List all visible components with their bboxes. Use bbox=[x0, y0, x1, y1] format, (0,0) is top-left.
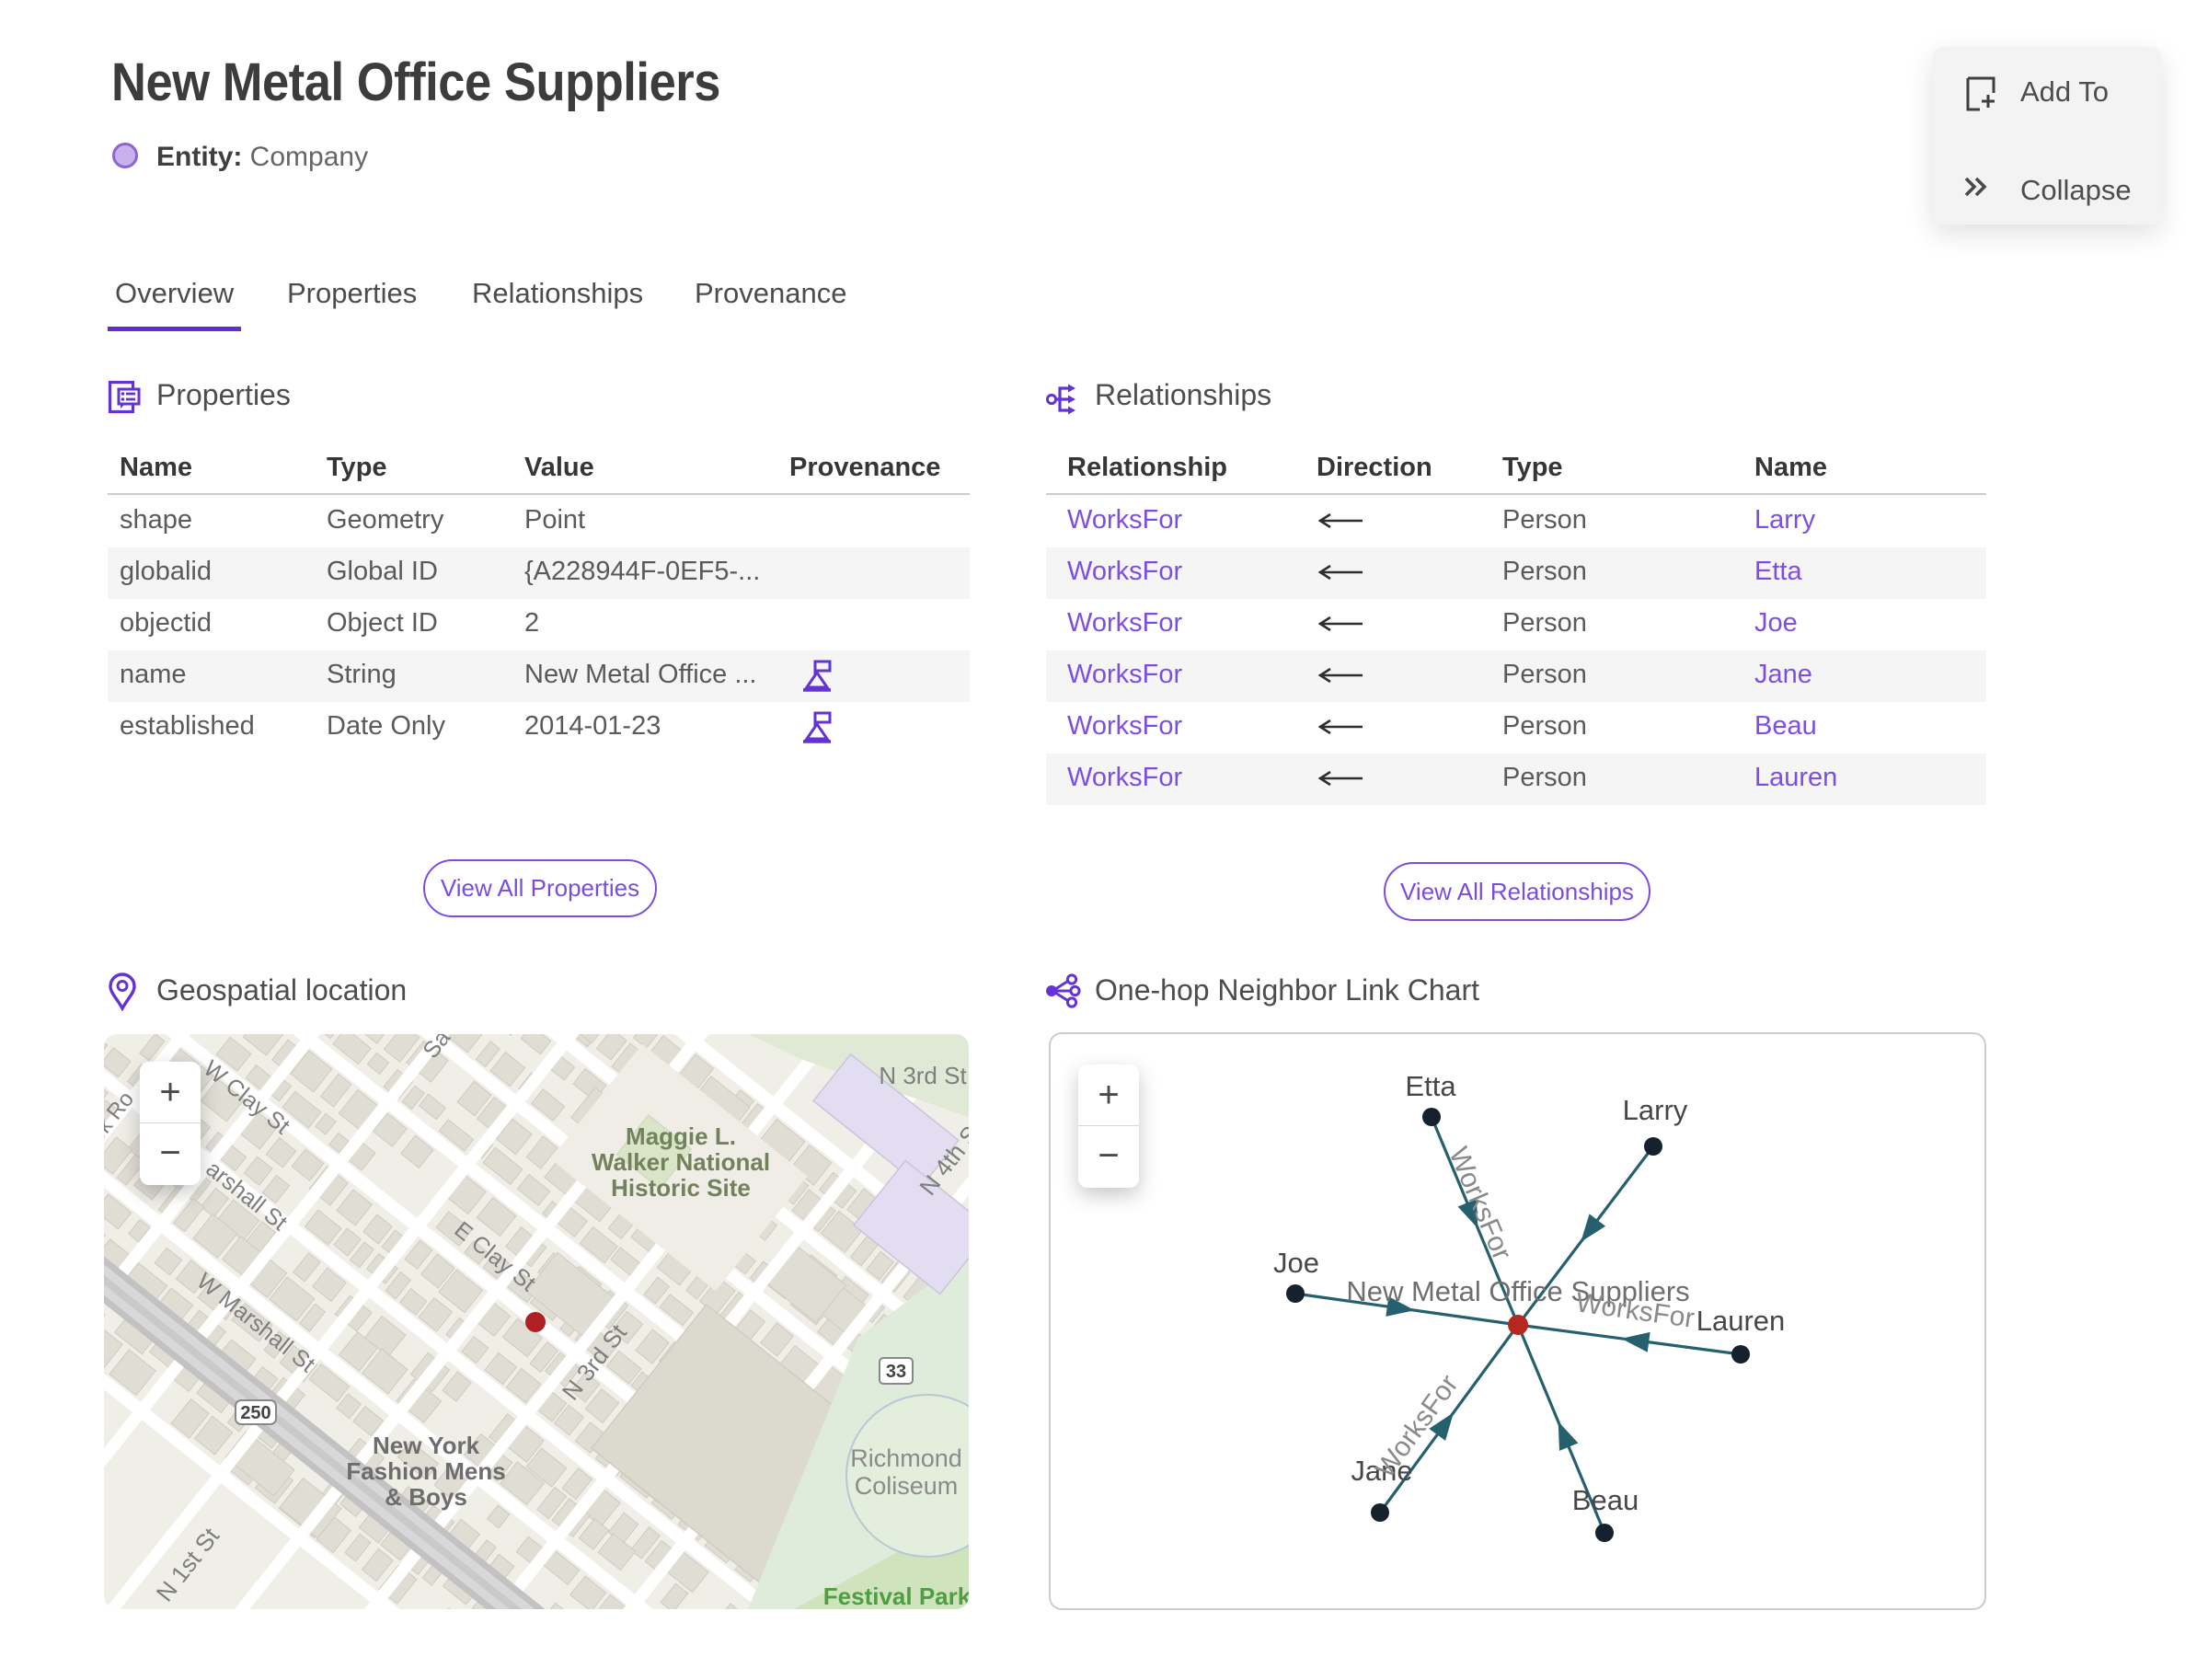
svg-text:Larry: Larry bbox=[1623, 1094, 1688, 1126]
svg-text:WorksFor: WorksFor bbox=[1443, 1143, 1517, 1264]
svg-text:33: 33 bbox=[886, 1362, 906, 1382]
svg-text:Richmond: Richmond bbox=[850, 1444, 962, 1472]
svg-text:Maggie L.: Maggie L. bbox=[626, 1122, 736, 1150]
svg-text:& Boys: & Boys bbox=[385, 1483, 467, 1511]
svg-text:New York: New York bbox=[373, 1432, 480, 1459]
svg-text:WorksFor: WorksFor bbox=[1370, 1369, 1465, 1483]
svg-text:Beau: Beau bbox=[1572, 1484, 1639, 1516]
svg-text:Joe: Joe bbox=[1273, 1247, 1319, 1279]
svg-text:Festival Park: Festival Park bbox=[823, 1582, 969, 1609]
svg-text:Historic Site: Historic Site bbox=[611, 1174, 751, 1202]
svg-text:N 3rd St: N 3rd St bbox=[879, 1062, 967, 1089]
svg-text:250: 250 bbox=[240, 1403, 270, 1423]
svg-text:Walker National: Walker National bbox=[592, 1148, 770, 1176]
svg-text:Fashion Mens: Fashion Mens bbox=[346, 1457, 505, 1485]
svg-text:Lauren: Lauren bbox=[1696, 1305, 1786, 1337]
svg-text:Coliseum: Coliseum bbox=[855, 1472, 959, 1500]
svg-text:Etta: Etta bbox=[1405, 1070, 1456, 1102]
